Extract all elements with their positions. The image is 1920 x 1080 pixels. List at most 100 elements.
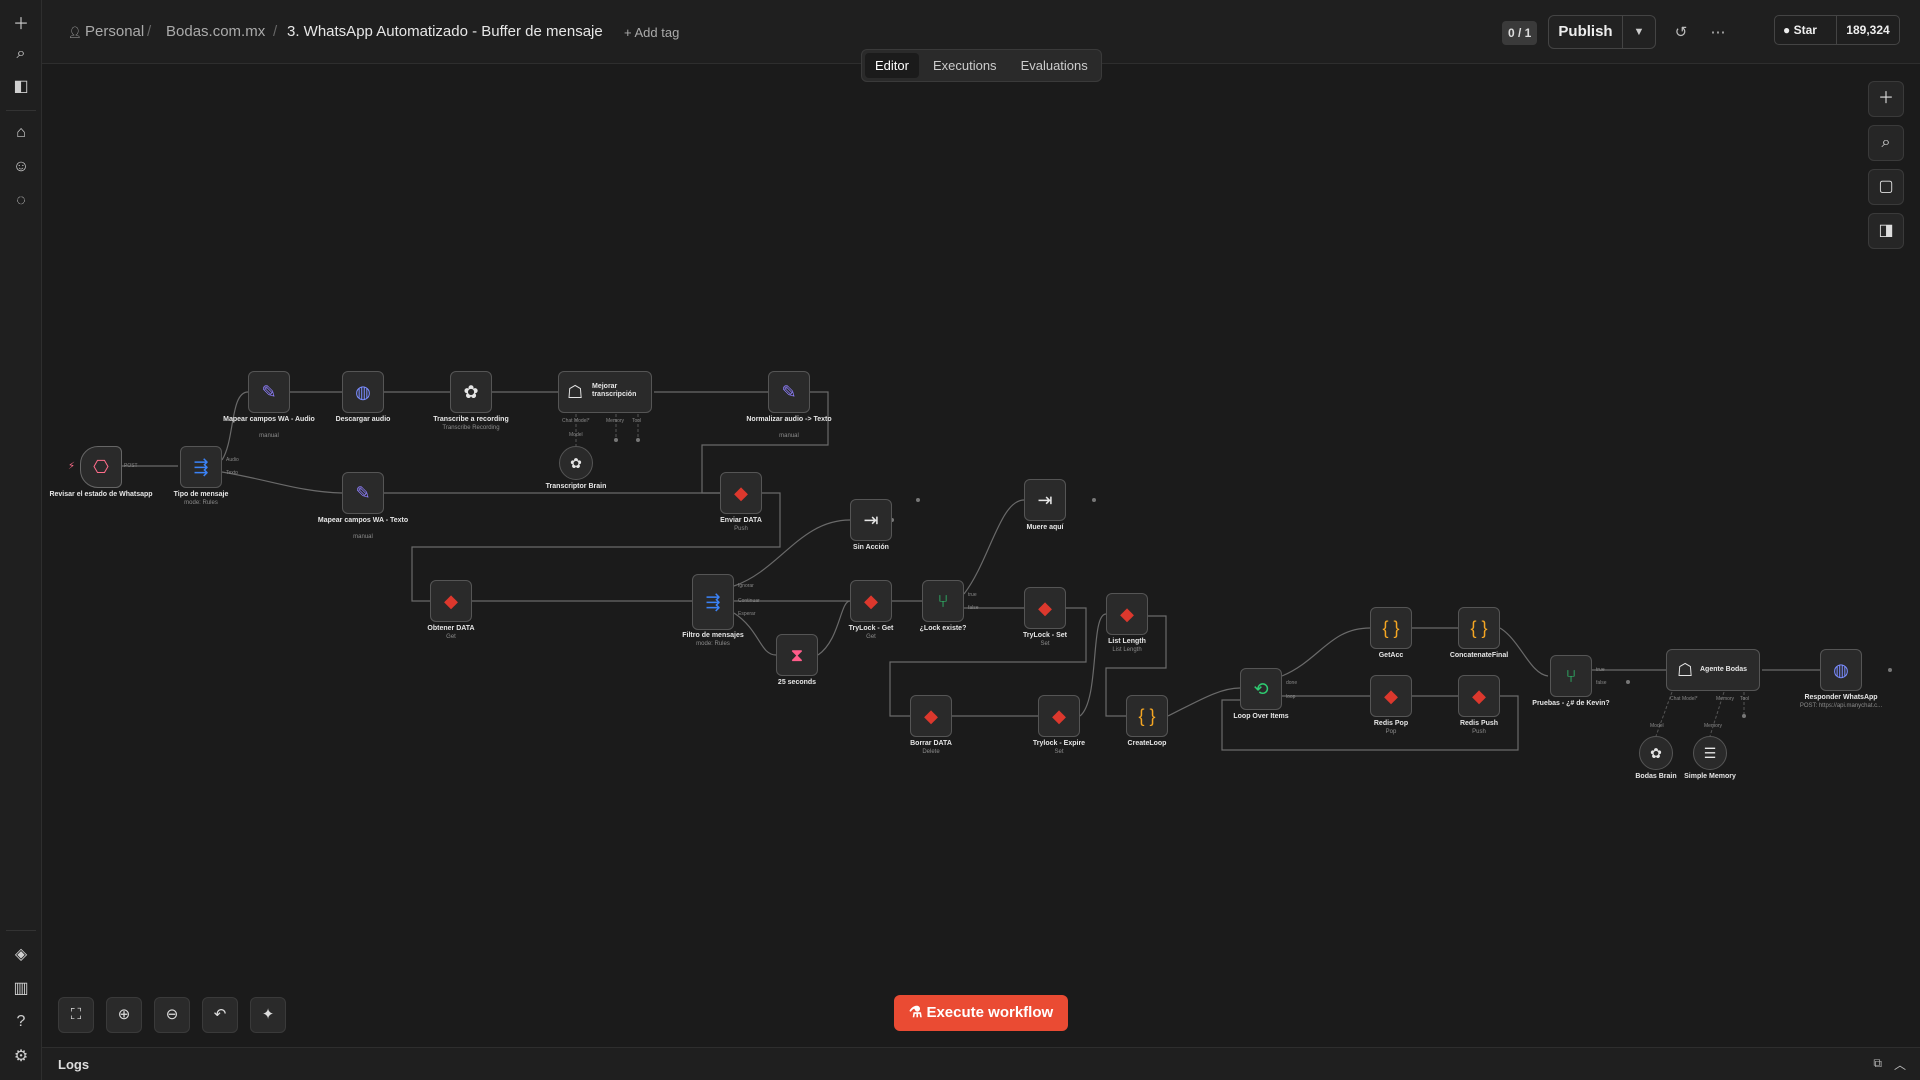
more-options-icon[interactable]: ⋯ (1707, 22, 1729, 44)
tab-evaluations[interactable]: Evaluations (1011, 53, 1098, 78)
breadcrumb-separator: / (273, 23, 278, 40)
fit-view-button[interactable]: ⛶ (58, 997, 94, 1033)
chevron-up-icon[interactable]: ︿ (1894, 1056, 1906, 1073)
if-icon: ⑂ (1565, 665, 1577, 686)
history-icon[interactable]: ↺ (1670, 22, 1692, 44)
port-label: false (968, 605, 979, 611)
redis-node[interactable]: ◆ (430, 580, 472, 622)
memory-node[interactable]: ☰ (1693, 736, 1727, 770)
redis-node[interactable]: ◆ (1370, 675, 1412, 717)
search-nodes-button[interactable]: ⌕ (1868, 125, 1904, 161)
user-icon[interactable]: ☺ (10, 156, 32, 178)
port-label: Audio (226, 457, 239, 463)
tab-editor[interactable]: Editor (865, 53, 919, 78)
node-subtitle: manual (779, 433, 799, 439)
switch-node[interactable]: ⇶ (692, 574, 734, 630)
noop-node[interactable]: ⇥ (850, 499, 892, 541)
help-icon[interactable]: ? (10, 1011, 32, 1033)
redis-node[interactable]: ◆ (850, 580, 892, 622)
chat-icon[interactable]: ◌ (10, 190, 32, 212)
zoom-in-icon: ⊕ (117, 1006, 131, 1023)
view-tabs: Editor Executions Evaluations (861, 49, 1102, 82)
workflow-title[interactable]: 3. WhatsApp Automatizado - Buffer de men… (287, 23, 603, 40)
undo-button[interactable]: ↶ (202, 997, 238, 1033)
if-node[interactable]: ⑂ (922, 580, 964, 622)
zoom-out-button[interactable]: ⊖ (154, 997, 190, 1033)
code-node[interactable]: { } (1458, 607, 1500, 649)
search-icon[interactable]: ⌕ (10, 43, 32, 65)
breadcrumb-project[interactable]: 👤︎ Personal (68, 23, 144, 40)
tidy-up-button[interactable]: ✦ (250, 997, 286, 1033)
if-node[interactable]: ⑂ (1550, 655, 1592, 697)
execute-workflow-button[interactable]: ⚗ Execute workflow (894, 995, 1068, 1031)
node-subtitle: Set (1054, 749, 1064, 755)
publish-button[interactable]: Publish (1549, 16, 1623, 48)
logs-panel-bar[interactable]: Logs ⧉ ︿ (42, 1047, 1920, 1080)
chevron-down-icon[interactable]: ▼ (1623, 16, 1655, 48)
redis-node[interactable]: ◆ (1024, 587, 1066, 629)
agent-node[interactable]: ☖ (1666, 649, 1760, 691)
node-label: Mejorar transcripción (592, 383, 637, 398)
redis-node[interactable]: ◆ (720, 472, 762, 514)
breadcrumb-folder[interactable]: Bodas.com.mx (166, 23, 265, 40)
agent-node[interactable]: ☖ (558, 371, 652, 413)
redis-node[interactable]: ◆ (910, 695, 952, 737)
loop-node[interactable]: ⟲ (1240, 668, 1282, 710)
node-label: Transcribe a recording (433, 416, 509, 423)
workflow-canvas[interactable]: ⚡︎ ⎔ Revisar el estado de Whatsapp POST … (0, 0, 1920, 1080)
zoom-in-button[interactable]: ⊕ (106, 997, 142, 1033)
home-icon[interactable]: ⌂ (10, 122, 32, 144)
redis-node[interactable]: ◆ (1106, 593, 1148, 635)
node-label: TryLock - Get (848, 625, 894, 632)
webhook-node[interactable]: ⎔ (80, 446, 122, 488)
set-node[interactable]: ✎ (768, 371, 810, 413)
fit-view-icon: ⛶ (70, 1006, 82, 1023)
redis-icon: ◆ (734, 482, 748, 503)
openai-node[interactable]: ✿ (450, 371, 492, 413)
add-node-button[interactable]: ＋ (1868, 81, 1904, 117)
code-node[interactable]: { } (1370, 607, 1412, 649)
chat-model-node[interactable]: ✿ (1639, 736, 1673, 770)
tab-executions[interactable]: Executions (923, 53, 1007, 78)
wait-node[interactable]: ⧗ (776, 634, 818, 676)
github-star-button[interactable]: ● Star 189,324 (1774, 15, 1900, 45)
http-node[interactable]: ◍ (342, 371, 384, 413)
settings-icon[interactable]: ⚙ (10, 1045, 32, 1067)
node-label: Simple Memory (1684, 773, 1736, 780)
switch-node[interactable]: ⇶ (180, 446, 222, 488)
panel-button[interactable]: ◨ (1868, 213, 1904, 249)
popout-icon[interactable]: ⧉ (1873, 1056, 1882, 1071)
redis-node[interactable]: ◆ (1038, 695, 1080, 737)
node-label: List Length (1108, 638, 1146, 645)
insights-icon[interactable]: ▥ (10, 977, 32, 999)
openai-icon: ✿ (570, 454, 582, 471)
edit-icon: ✎ (261, 381, 277, 402)
set-node[interactable]: ✎ (248, 371, 290, 413)
sticky-note-button[interactable]: ▢ (1868, 169, 1904, 205)
node-label: Redis Pop (1373, 720, 1409, 727)
templates-icon[interactable]: ◈ (10, 943, 32, 965)
code-node[interactable]: { } (1126, 695, 1168, 737)
node-label: Sin Acción (853, 544, 889, 551)
node-subtitle: Pop (1385, 729, 1397, 735)
set-node[interactable]: ✎ (342, 472, 384, 514)
edit-icon: ✎ (781, 381, 797, 402)
node-label: Descargar audio (335, 416, 391, 423)
http-node[interactable]: ◍ (1820, 649, 1862, 691)
panel-toggle-icon[interactable]: ◧ (10, 75, 32, 97)
redis-icon: ◆ (444, 590, 458, 611)
node-label: Pruebas - ¿# de Kevin? (1532, 700, 1610, 707)
port-label: Model (569, 432, 583, 438)
port-label: Memory (1716, 696, 1735, 702)
plus-icon: ＋ (1877, 90, 1894, 107)
redis-node[interactable]: ◆ (1458, 675, 1500, 717)
chat-model-node[interactable]: ✿ (559, 446, 593, 480)
switch-icon: ⇶ (705, 591, 721, 612)
add-tag-link[interactable]: + Add tag (624, 25, 679, 40)
plus-icon[interactable]: ＋ (10, 11, 32, 33)
redis-icon: ◆ (1052, 705, 1066, 726)
version-counter[interactable]: 0 / 1 (1502, 21, 1538, 45)
node-label: Trylock - Expire (1032, 740, 1086, 747)
github-icon: ● (1783, 23, 1791, 37)
noop-node[interactable]: ⇥ (1024, 479, 1066, 521)
